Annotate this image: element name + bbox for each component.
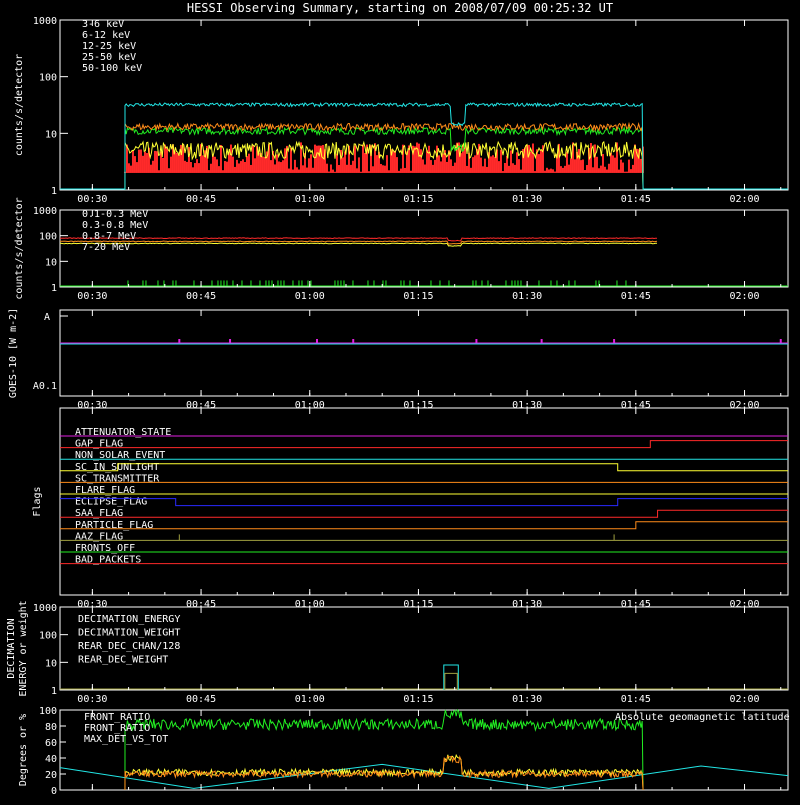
flag-line-6 bbox=[60, 498, 788, 507]
rear-rates-ytick-label: 10 bbox=[45, 257, 57, 268]
front-rates-legend-3: 25-50 keV bbox=[82, 52, 136, 63]
ratios-legend-0: FRONT_RATIO bbox=[84, 712, 150, 723]
decimation-ylabel-2: ENERGY or weight bbox=[18, 600, 29, 696]
front-rates-legend-0: 3-6 keV bbox=[82, 19, 124, 30]
chart-title: HESSI Observing Summary, starting on 200… bbox=[187, 1, 613, 15]
decimation-legend-2: REAR_DEC_CHAN/128 bbox=[78, 641, 180, 652]
decimation-ytick-label: 100 bbox=[39, 631, 57, 642]
front-rates-xtick-label: 00:45 bbox=[186, 194, 216, 205]
rear-series-0 bbox=[59, 242, 658, 247]
decimation-xtick-label: 01:45 bbox=[621, 694, 651, 705]
front-rates-ytick-label: 1 bbox=[51, 186, 57, 197]
rear-rates-legend-2: 0.8-7 MeV bbox=[82, 231, 136, 242]
rear-rates-xtick-label: 01:45 bbox=[621, 291, 651, 302]
front-rates-ytick-label: 100 bbox=[39, 73, 57, 84]
decimation-ytick-label: 10 bbox=[45, 658, 57, 669]
ratios-ylabel: Degrees or % bbox=[18, 714, 29, 786]
decimation-xtick-label: 00:45 bbox=[186, 694, 216, 705]
front-rates-xtick-label: 00:30 bbox=[77, 194, 107, 205]
goes-ylabel: GOES-10 [W m-2] bbox=[8, 308, 19, 398]
decimation-ylabel-1: DECIMATION bbox=[6, 618, 17, 678]
decimation-xtick-label: 00:30 bbox=[77, 694, 107, 705]
front-rates-xtick-label: 01:15 bbox=[403, 194, 433, 205]
front-rates-legend-1: 6-12 keV bbox=[82, 30, 130, 41]
front-rates-legend-4: 50-100 keV bbox=[82, 63, 142, 74]
front-rates-xtick-label: 02:00 bbox=[729, 194, 759, 205]
decimation-xtick-label: 01:00 bbox=[295, 694, 325, 705]
geomagnetic-latitude-label: Absolute geomagnetic latitude bbox=[615, 712, 790, 723]
front-rates-ytick-label: 10 bbox=[45, 129, 57, 140]
flag-line-7 bbox=[60, 509, 788, 518]
rear-rates-legend-0: 0.1-0.3 MeV bbox=[82, 209, 148, 220]
rear-rates-legend-3: 7-20 MeV bbox=[82, 242, 130, 253]
geomagnetic-latitude-line bbox=[59, 763, 789, 789]
ratios-ytick-label: 40 bbox=[45, 754, 57, 765]
decimation-xtick-label: 01:15 bbox=[403, 694, 433, 705]
front-rates-panel: 1 10 100 1000 00:30 00:45 01:00 01:15 01:30 01:45… bbox=[14, 16, 789, 205]
rear-rates-ylabel: counts/s/detector bbox=[14, 197, 25, 299]
rear-rates-legend-1: 0.3-0.8 MeV bbox=[82, 220, 148, 231]
goes-ytick-label: A0.1 bbox=[33, 381, 57, 392]
ratios-ytick-label: 20 bbox=[45, 770, 57, 781]
goes-panel: AA0.100:30 00:45 01:00 01:15 01:30 01:45 02:00… bbox=[8, 308, 789, 411]
rear-dec-chan-pulse bbox=[443, 664, 459, 690]
goes-frame bbox=[59, 309, 789, 397]
flag-line-1 bbox=[60, 440, 788, 449]
rear-rates-xtick-label: 00:30 bbox=[77, 291, 107, 302]
decimation-xtick-label: 02:00 bbox=[729, 694, 759, 705]
decimation-legend-0: DECIMATION_ENERGY bbox=[78, 614, 180, 625]
goes-ytick-label: A bbox=[44, 312, 50, 323]
ratios-ytick-label: 80 bbox=[45, 722, 57, 733]
front-rates-xtick-label: 01:45 bbox=[621, 194, 651, 205]
ratios-legend-2: MAX_DET_VS_TOT bbox=[84, 734, 168, 745]
ratios-panel: 0 20 40 60 80 100 Degrees or % FRONT_RATIOFRONT… bbox=[18, 706, 790, 797]
ratios-ytick-label: 100 bbox=[39, 706, 57, 717]
rear-dec-weight-pulse bbox=[444, 672, 458, 690]
front-rates-xtick-label: 01:30 bbox=[512, 194, 542, 205]
rear-rates-xtick-label: 02:00 bbox=[729, 291, 759, 302]
flag-line-8 bbox=[60, 521, 788, 530]
decimation-ytick-label: 1000 bbox=[33, 603, 57, 614]
decimation-ytick-label: 1 bbox=[51, 686, 57, 697]
rear-series-2 bbox=[59, 237, 658, 242]
hessi-summary-chart: HESSI Observing Summary, starting on 200… bbox=[6, 1, 790, 797]
decimation-xtick-label: 01:30 bbox=[512, 694, 542, 705]
flags-ylabel: Flags bbox=[32, 486, 43, 516]
ratios-ytick-label: 60 bbox=[45, 738, 57, 749]
rear-rates-xtick-label: 00:45 bbox=[186, 291, 216, 302]
decimation-legend-3: REAR_DEC_WEIGHT bbox=[78, 655, 168, 666]
rear-rates-ytick-label: 1000 bbox=[33, 206, 57, 217]
rear-rates-panel: 1 10 100 1000 00:30 00:45 01:00 01:15 01:30 01:45… bbox=[14, 197, 789, 302]
ratio-series-0 bbox=[124, 709, 644, 791]
front-rates-ytick-label: 1000 bbox=[33, 16, 57, 27]
decimation-legend-1: DECIMATION_WEIGHT bbox=[78, 628, 180, 639]
ratios-legend-1: FRONT_RATIO bbox=[84, 723, 150, 734]
rear-rates-ytick-label: 100 bbox=[39, 232, 57, 243]
decimation-panel: 1 10 100 1000 00:30 00:45 01:00 01:15 01:30 01:45… bbox=[6, 600, 789, 705]
rear-rates-xtick-label: 01:15 bbox=[403, 291, 433, 302]
front-rates-legend-2: 12-25 keV bbox=[82, 41, 136, 52]
front-rates-xtick-label: 01:00 bbox=[295, 194, 325, 205]
flag-line-3 bbox=[60, 463, 788, 472]
flags-panel: ATTENUATOR_STATEGAP_FLAGNON_SOLAR_EVENTS… bbox=[32, 407, 789, 610]
ratios-ytick-label: 0 bbox=[51, 786, 57, 797]
front-rates-ylabel: counts/s/detector bbox=[14, 54, 25, 156]
rear-rates-xtick-label: 01:00 bbox=[295, 291, 325, 302]
rear-rates-frame bbox=[59, 209, 789, 288]
rear-rates-xtick-label: 01:30 bbox=[512, 291, 542, 302]
rear-rates-ytick-label: 1 bbox=[51, 283, 57, 294]
